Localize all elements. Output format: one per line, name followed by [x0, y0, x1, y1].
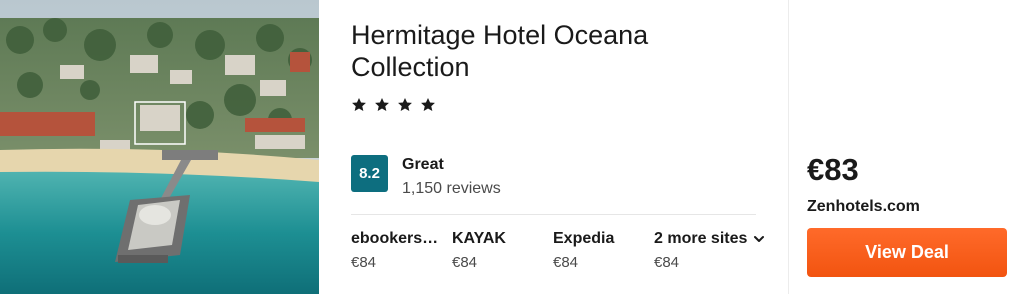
- hotel-photo[interactable]: [0, 0, 319, 294]
- site-price: €84: [654, 254, 680, 271]
- deal-provider: Zenhotels.com: [807, 198, 920, 215]
- more-sites-dropdown[interactable]: 2 more sites €84: [654, 230, 765, 271]
- star-icon: [375, 98, 389, 111]
- site-name: KAYAK: [452, 230, 506, 247]
- star-rating: [351, 97, 436, 113]
- column-divider: [788, 0, 789, 294]
- site-option-kayak[interactable]: KAYAK €84: [452, 230, 506, 271]
- more-sites-label: 2 more sites: [654, 230, 748, 247]
- deal-price: €83: [807, 152, 859, 187]
- site-price: €84: [452, 254, 478, 271]
- hotel-result-card: Hermitage Hotel Oceana Collection 8.2 Gr…: [0, 0, 1024, 294]
- price-comparison-sites: ebookers… €84 KAYAK €84 Expedia €84 2 mo…: [351, 230, 771, 280]
- review-count[interactable]: 1,150 reviews: [402, 180, 501, 198]
- rating-label: Great: [402, 156, 444, 173]
- divider: [351, 214, 756, 215]
- hotel-photo-illustration: [0, 0, 319, 294]
- hotel-info: Hermitage Hotel Oceana Collection 8.2 Gr…: [351, 0, 765, 294]
- site-price: €84: [351, 254, 377, 271]
- view-deal-button[interactable]: View Deal: [807, 228, 1007, 277]
- star-icon: [352, 98, 366, 111]
- more-sites-toggle: 2 more sites: [654, 230, 765, 248]
- site-price: €84: [553, 254, 579, 271]
- star-icon: [421, 98, 435, 111]
- site-name: Expedia: [553, 230, 615, 247]
- best-deal: €83 Zenhotels.com View Deal: [807, 0, 1017, 294]
- site-option-ebookers[interactable]: ebookers… €84: [351, 230, 438, 271]
- star-icon: [398, 98, 412, 111]
- site-name: ebookers…: [351, 230, 439, 247]
- hotel-name[interactable]: Hermitage Hotel Oceana Collection: [351, 19, 751, 83]
- site-option-expedia[interactable]: Expedia €84: [553, 230, 614, 271]
- rating-score-badge[interactable]: 8.2: [351, 155, 388, 192]
- chevron-down-icon: [754, 236, 765, 242]
